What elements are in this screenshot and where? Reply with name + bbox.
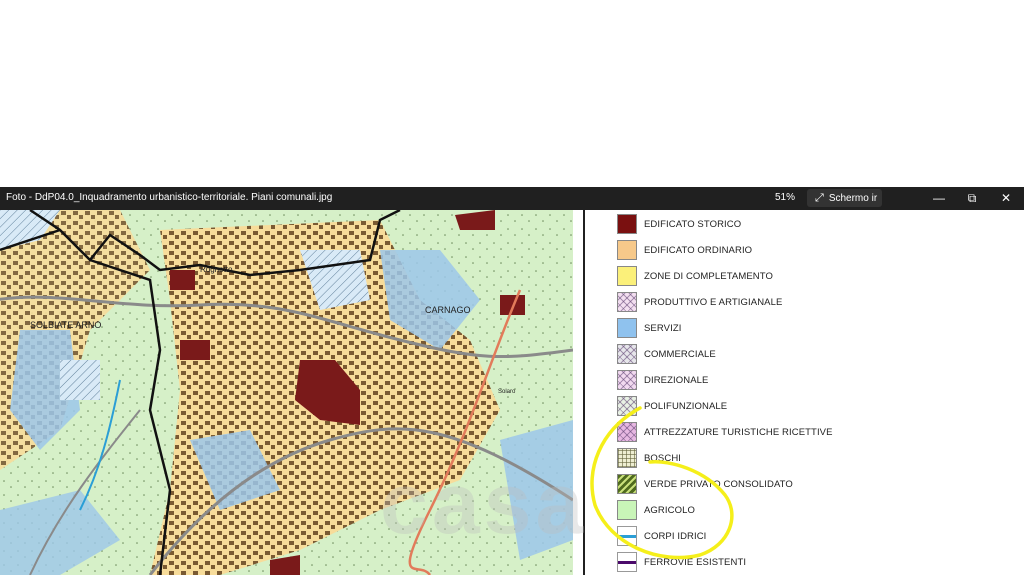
legend-swatch bbox=[617, 214, 637, 234]
fullscreen-label: Schermo ir bbox=[828, 192, 878, 204]
legend-swatch bbox=[617, 266, 637, 286]
legend-item: BOSCHI bbox=[617, 447, 681, 469]
legend-item: CORPI IDRICI bbox=[617, 525, 706, 547]
legend-label: ZONE DI COMPLETAMENTO bbox=[644, 270, 773, 282]
legend-label: FERROVIE ESISTENTI bbox=[644, 556, 747, 568]
title-bar: Foto - DdP04.0_Inquadramento urbanistico… bbox=[0, 187, 1024, 210]
map-label-rognetto: Rognetto bbox=[200, 265, 233, 274]
legend-item: AGRICOLO bbox=[617, 499, 695, 521]
legend-item: ATTREZZATURE TURISTICHE RICETTIVE bbox=[617, 421, 833, 443]
legend-label: DIREZIONALE bbox=[644, 374, 709, 386]
legend-item: FERROVIE ESISTENTI bbox=[617, 551, 746, 573]
zoom-level[interactable]: 51% bbox=[775, 192, 795, 203]
legend-item: COMMERCIALE bbox=[617, 343, 716, 365]
legend-label: PRODUTTIVO E ARTIGIANALE bbox=[644, 296, 783, 308]
legend-label: EDIFICATO STORICO bbox=[644, 218, 742, 230]
legend-item: SERVIZI bbox=[617, 317, 681, 339]
map-legend: EDIFICATO STORICO EDIFICATO ORDINARIO ZONE… bbox=[585, 210, 1024, 575]
legend-swatch bbox=[617, 396, 637, 416]
window-title: Foto - DdP04.0_Inquadramento urbanistico… bbox=[6, 192, 333, 203]
legend-label: CORPI IDRICI bbox=[644, 530, 707, 542]
legend-item: EDIFICATO ORDINARIO bbox=[617, 239, 752, 261]
legend-label: AGRICOLO bbox=[644, 504, 695, 516]
legend-swatch bbox=[617, 422, 637, 442]
legend-label: ATTREZZATURE TURISTICHE RICETTIVE bbox=[644, 426, 833, 438]
legend-swatch bbox=[617, 240, 637, 260]
legend-swatch bbox=[617, 344, 637, 364]
legend-label: BOSCHI bbox=[644, 452, 682, 464]
fullscreen-button[interactable]: ⤢ Schermo ir bbox=[807, 189, 882, 207]
expand-icon: ⤢ bbox=[815, 191, 824, 204]
legend-label: VERDE PRIVATO CONSOLIDATO bbox=[644, 478, 793, 490]
map-label-carnago: CARNAGO bbox=[425, 305, 471, 315]
legend-label: COMMERCIALE bbox=[644, 348, 716, 360]
legend-item: POLIFUNZIONALE bbox=[617, 395, 727, 417]
legend-swatch bbox=[617, 292, 637, 312]
legend-label: EDIFICATO ORDINARIO bbox=[644, 244, 753, 256]
legend-swatch bbox=[617, 526, 637, 546]
watermark: casa bbox=[380, 456, 588, 552]
legend-swatch bbox=[617, 370, 637, 390]
legend-label: POLIFUNZIONALE bbox=[644, 400, 728, 412]
close-button[interactable]: ✕ bbox=[991, 187, 1021, 210]
legend-item: EDIFICATO STORICO bbox=[617, 213, 741, 235]
legend-item: PRODUTTIVO E ARTIGIANALE bbox=[617, 291, 782, 313]
image-viewer[interactable]: SOLBIATE ARNO CARNAGO Rognetto Solaro ED… bbox=[0, 210, 1024, 575]
restore-button[interactable]: ⧉ bbox=[957, 187, 987, 210]
legend-item: ZONE DI COMPLETAMENTO bbox=[617, 265, 773, 287]
minimize-button[interactable]: — bbox=[924, 187, 954, 210]
legend-swatch bbox=[617, 448, 637, 468]
legend-swatch bbox=[617, 318, 637, 338]
legend-label: SERVIZI bbox=[644, 322, 682, 334]
legend-item: VERDE PRIVATO CONSOLIDATO bbox=[617, 473, 793, 495]
legend-item: DIREZIONALE bbox=[617, 369, 708, 391]
map-label-solaro: Solaro bbox=[498, 389, 516, 395]
legend-swatch bbox=[617, 552, 637, 572]
legend-swatch bbox=[617, 474, 637, 494]
legend-swatch bbox=[617, 500, 637, 520]
map-label-solbiate: SOLBIATE ARNO bbox=[30, 320, 101, 330]
